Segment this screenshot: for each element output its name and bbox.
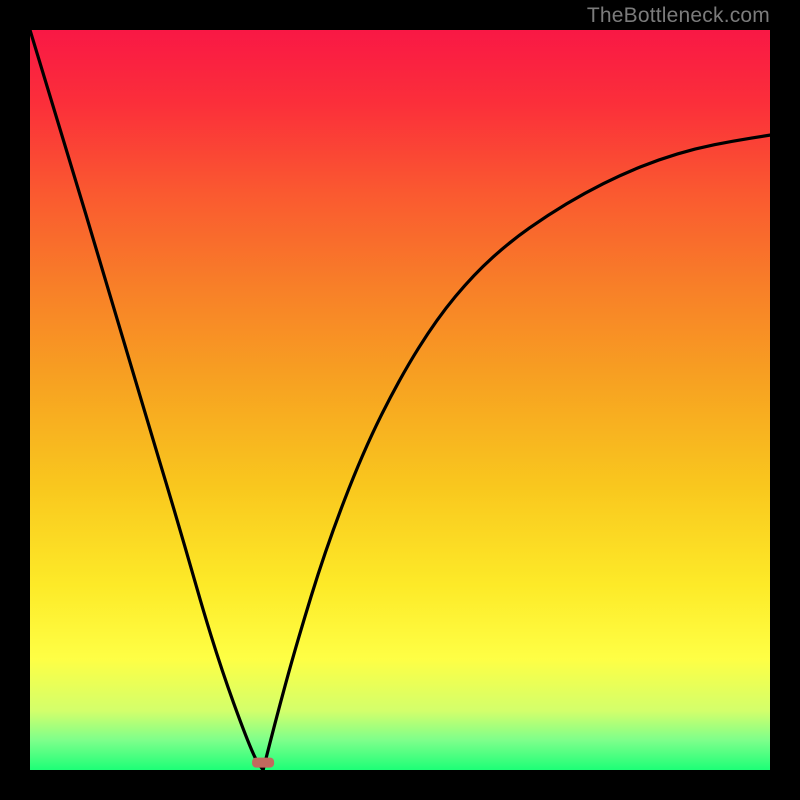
chart-frame: TheBottleneck.com <box>0 0 800 800</box>
right-branch-line <box>263 135 770 770</box>
curve-svg <box>30 30 770 770</box>
left-branch-line <box>30 30 263 770</box>
plot-area <box>30 30 770 770</box>
min-marker <box>252 758 274 768</box>
watermark-text: TheBottleneck.com <box>587 4 770 28</box>
